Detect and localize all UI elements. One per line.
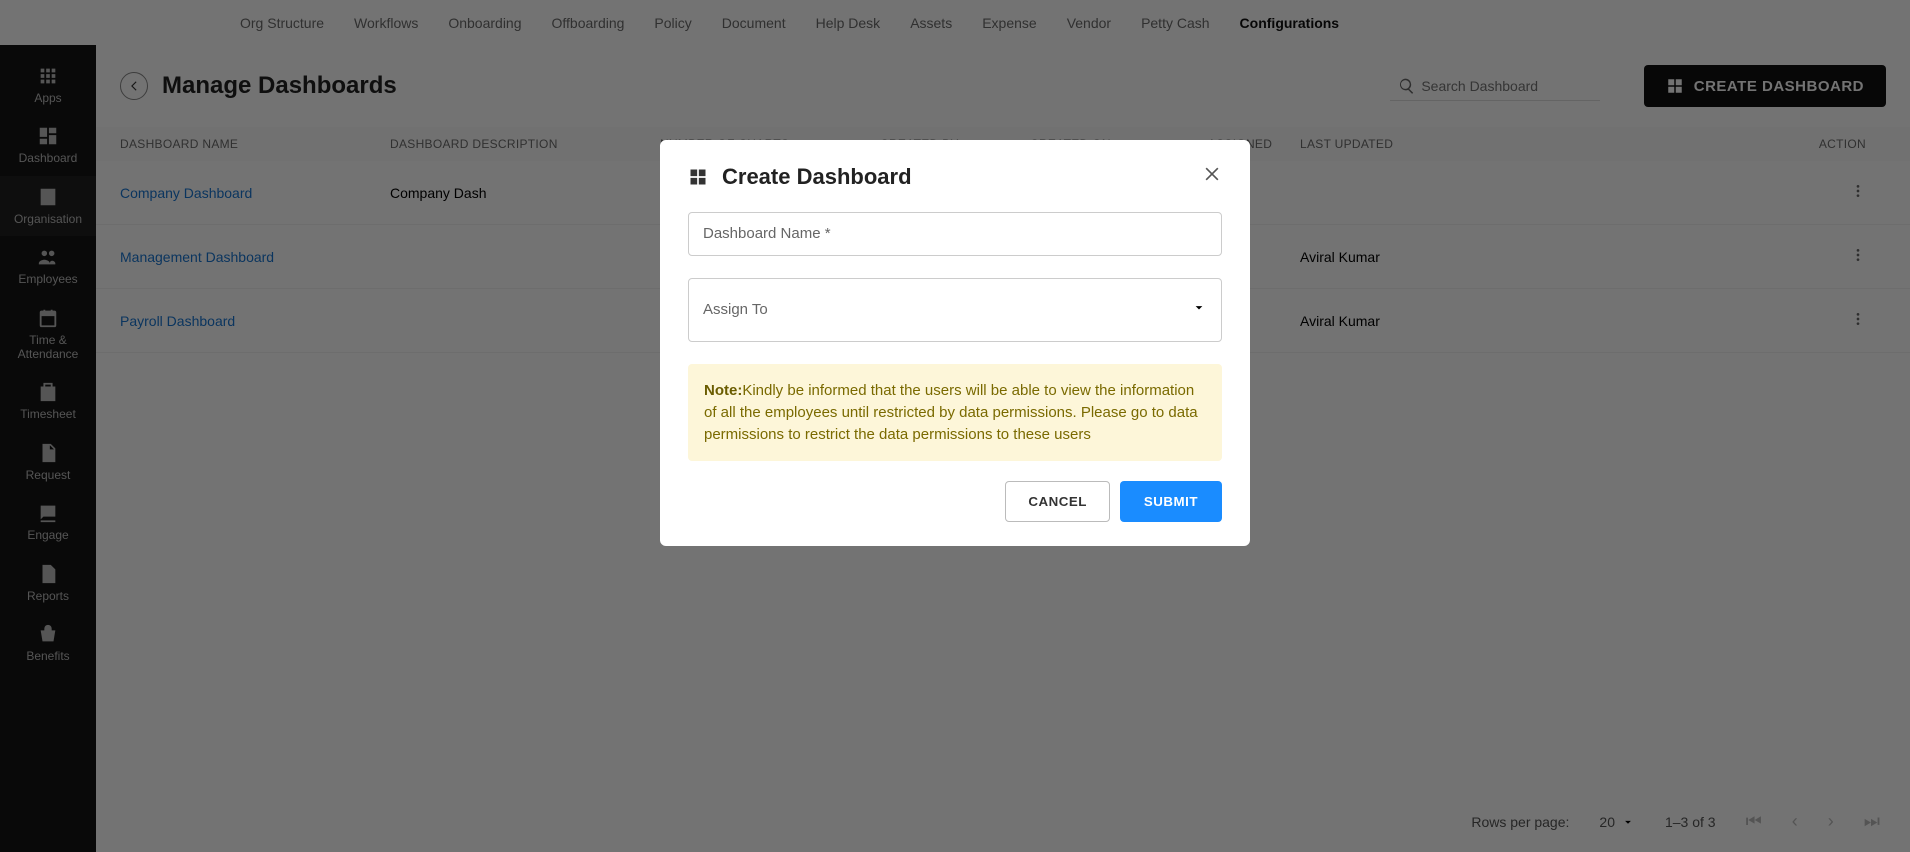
modal-overlay[interactable]: Create Dashboard Dashboard Name * Assign… [0,0,1910,852]
note-box: Note:Kindly be informed that the users w… [688,364,1222,461]
close-icon [1202,164,1222,184]
create-dashboard-modal: Create Dashboard Dashboard Name * Assign… [660,140,1250,546]
submit-button[interactable]: SUBMIT [1120,481,1222,522]
assign-to-field[interactable]: Assign To [688,278,1222,342]
cancel-button[interactable]: CANCEL [1005,481,1110,522]
dashboard-name-field[interactable]: Dashboard Name * [688,212,1222,256]
note-label: Note: [704,382,742,399]
grid-icon [688,167,708,187]
chevron-down-icon [1191,300,1207,321]
dashboard-name-placeholder: Dashboard Name * [703,225,831,242]
modal-title: Create Dashboard [722,164,1188,190]
close-button[interactable] [1202,164,1222,190]
assign-to-label: Assign To [703,301,768,318]
note-text: Kindly be informed that the users will b… [704,382,1198,443]
